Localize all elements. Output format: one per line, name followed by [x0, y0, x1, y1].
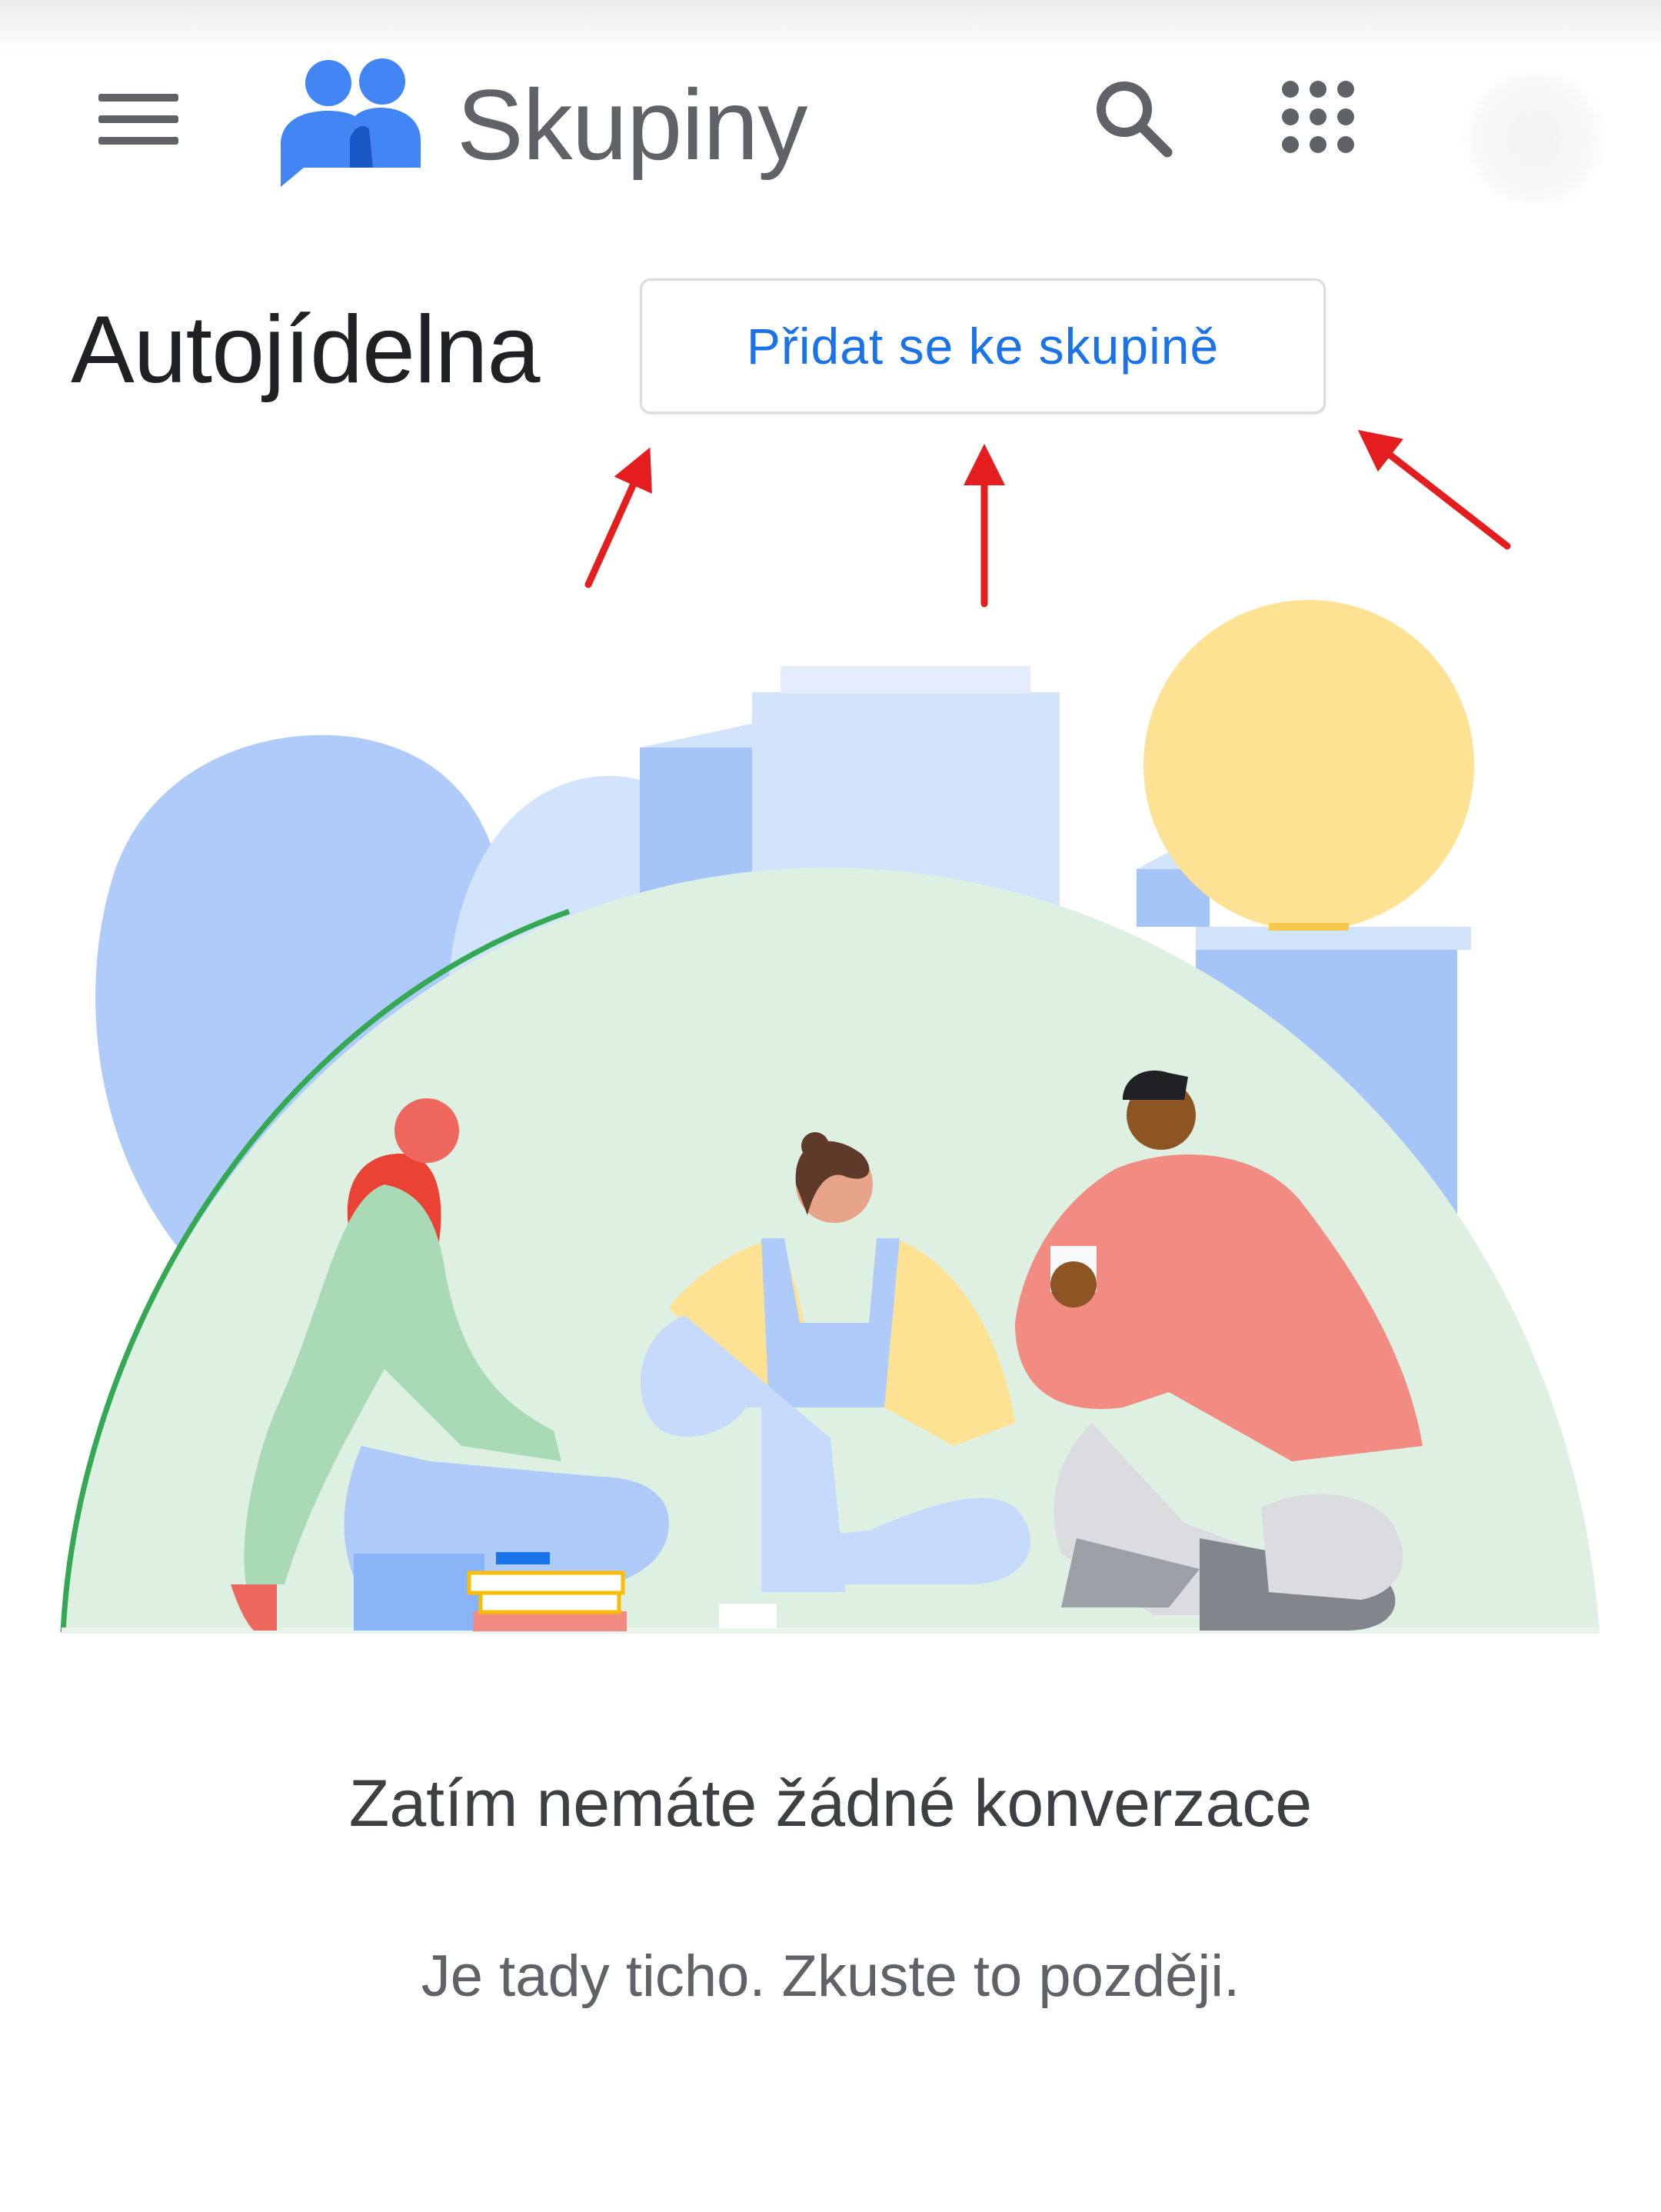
search-icon[interactable]	[1092, 77, 1177, 162]
account-avatar[interactable]	[1461, 65, 1607, 212]
sun	[1143, 600, 1474, 931]
empty-state-title: Zatím nemáte žádné konverzace	[348, 1767, 1313, 1841]
join-group-button[interactable]: Přidat se ke skupině	[640, 278, 1326, 414]
empty-state-subtitle: Je tady ticho. Zkuste to později.	[421, 1944, 1240, 2009]
top-app-bar	[0, 0, 1661, 223]
groups-logo-icon[interactable]	[273, 52, 431, 187]
empty-state-illustration	[60, 600, 1599, 1634]
group-name-title: Autojídelna	[71, 297, 540, 403]
app-title: Skupiny	[457, 68, 807, 181]
apps-grid-icon[interactable]	[1278, 77, 1358, 157]
hamburger-menu-icon[interactable]	[92, 85, 185, 154]
annotation-arrow-left	[584, 447, 652, 588]
annotation-arrow-right	[1357, 429, 1511, 550]
